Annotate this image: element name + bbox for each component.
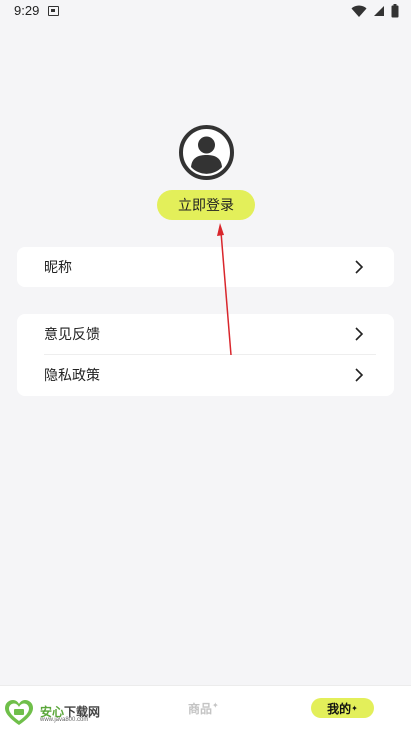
settings-card: 意见反馈 隐私政策 (17, 314, 394, 396)
battery-icon (391, 4, 399, 18)
list-item-feedback[interactable]: 意见反馈 (17, 314, 394, 354)
tab-mine[interactable]: 我的 ✦ (311, 698, 374, 718)
status-time: 9:29 (14, 3, 40, 18)
tab-goods-label: 商品 (188, 702, 213, 716)
status-bar: 9:29 (0, 0, 411, 24)
signal-icon (374, 6, 384, 16)
chevron-right-icon (355, 327, 364, 341)
list-item-privacy-policy[interactable]: 隐私政策 (17, 355, 394, 395)
user-avatar-icon[interactable] (179, 125, 234, 180)
tab-mine-label: 我的 (327, 701, 352, 716)
tab-goods[interactable]: 商品✦ (188, 700, 219, 717)
profile-card: 昵称 (17, 247, 394, 287)
bottom-nav: 安心下载网 www.java800.com 商品✦ 我的 ✦ (0, 685, 411, 730)
chevron-right-icon (355, 368, 364, 382)
chevron-right-icon (355, 260, 364, 274)
wifi-icon (351, 5, 367, 17)
login-button[interactable]: 立即登录 (157, 190, 255, 220)
watermark-site: www.java800.com (40, 717, 89, 723)
sparkle-icon: ✦ (351, 703, 358, 713)
heart-logo-icon (5, 700, 33, 725)
nickname-label: 昵称 (44, 260, 72, 276)
sim-card-icon (48, 6, 59, 16)
privacy-policy-label: 隐私政策 (44, 368, 100, 384)
list-item-nickname[interactable]: 昵称 (17, 247, 394, 287)
feedback-label: 意见反馈 (44, 327, 100, 343)
status-icons (351, 4, 399, 18)
sparkle-icon: ✦ (212, 701, 219, 710)
